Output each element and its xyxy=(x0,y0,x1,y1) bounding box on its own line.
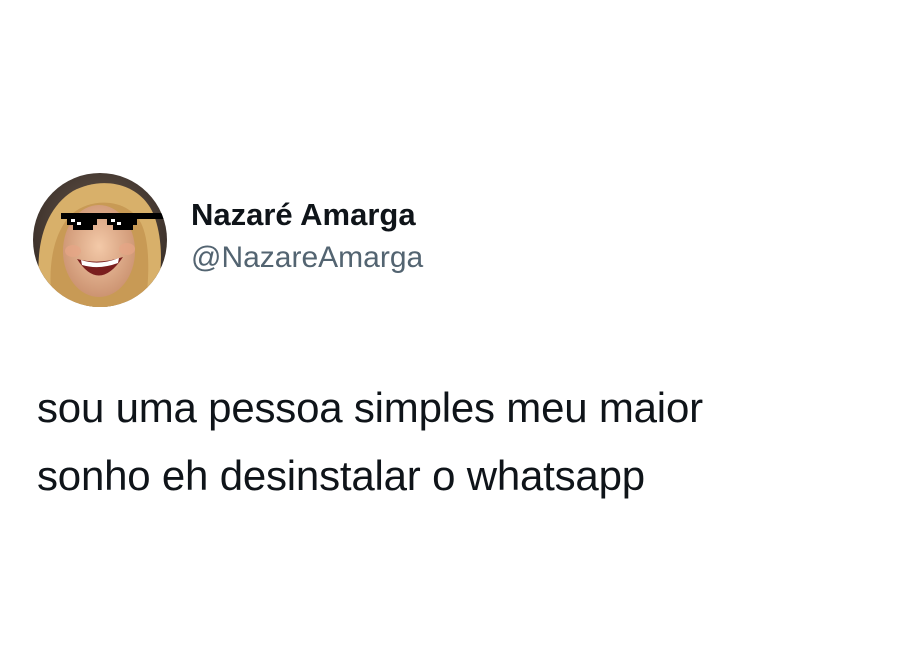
tweet-card: Nazaré Amarga @NazareAmarga sou uma pess… xyxy=(0,0,900,670)
author-handle[interactable]: @NazareAmarga xyxy=(191,238,423,278)
tweet-text-line: sou uma pessoa simples meu maior xyxy=(37,384,703,431)
author-display-name[interactable]: Nazaré Amarga xyxy=(191,196,423,234)
tweet-text-line: sonho eh desinstalar o whatsapp xyxy=(37,452,645,499)
tweet-header: Nazaré Amarga @NazareAmarga xyxy=(33,173,423,307)
tweet-text: sou uma pessoa simples meu maior sonho e… xyxy=(37,374,877,510)
author-identity: Nazaré Amarga @NazareAmarga xyxy=(191,196,423,278)
avatar-image xyxy=(33,173,167,307)
avatar[interactable] xyxy=(33,173,167,307)
